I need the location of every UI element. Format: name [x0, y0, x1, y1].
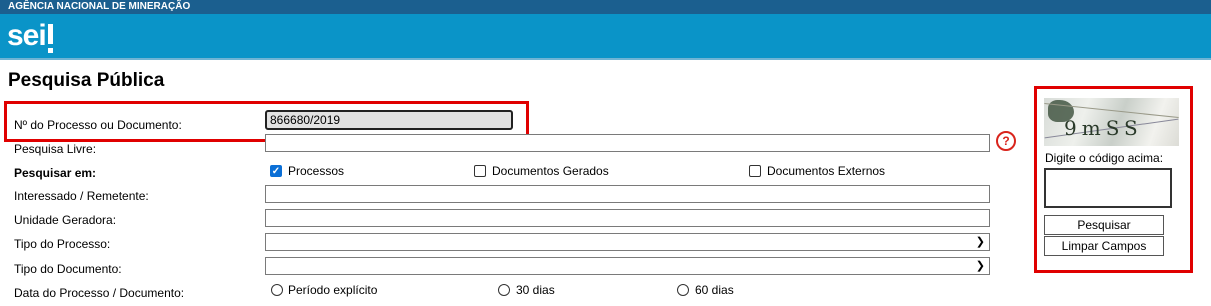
logo-exclamation-icon [47, 24, 53, 53]
option-processos: Processos [288, 164, 345, 178]
checkbox-documentos-gerados[interactable] [474, 165, 486, 177]
free-search-label: Pesquisa Livre: [14, 142, 97, 156]
search-button[interactable]: Pesquisar [1044, 215, 1164, 235]
date-label: Data do Processo / Documento: [14, 286, 185, 300]
interested-input[interactable] [265, 185, 990, 203]
captcha-code: 9mSS [1064, 116, 1143, 140]
chevron-down-icon: ❯ [975, 236, 985, 248]
process-type-label: Tipo do Processo: [14, 237, 111, 251]
free-search-input[interactable] [265, 134, 990, 152]
captcha-input[interactable] [1044, 168, 1172, 208]
option-documentos-externos: Documentos Externos [767, 164, 886, 178]
sei-logo-text: sei [7, 19, 47, 52]
sei-logo[interactable]: sei [7, 19, 53, 53]
interested-label: Interessado / Remetente: [14, 189, 149, 203]
checkbox-processos[interactable]: ✓ [270, 165, 282, 177]
question-circle-icon[interactable]: ? [996, 131, 1016, 151]
chevron-down-icon: ❯ [975, 260, 985, 272]
process-type-select[interactable]: ❯ [265, 233, 990, 251]
page-title: Pesquisa Pública [8, 70, 165, 91]
option-60-dias: 60 dias [695, 283, 734, 297]
agency-name: AGÊNCIA NACIONAL DE MINERAÇÃO [8, 1, 191, 12]
radio-30-dias[interactable] [498, 284, 510, 296]
option-periodo-explicito: Período explícito [288, 283, 378, 297]
captcha-image: 9mSS [1044, 98, 1179, 146]
search-in-label: Pesquisar em: [14, 166, 97, 180]
unit-label: Unidade Geradora: [14, 213, 117, 227]
app-header: sei [0, 14, 1211, 58]
captcha-prompt: Digite o código acima: [1045, 151, 1164, 165]
header-divider [0, 58, 1211, 60]
radio-60-dias[interactable] [677, 284, 689, 296]
agency-bar: AGÊNCIA NACIONAL DE MINERAÇÃO [0, 0, 1211, 14]
checkbox-documentos-externos[interactable] [749, 165, 761, 177]
document-type-label: Tipo do Documento: [14, 262, 122, 276]
unit-input[interactable] [265, 209, 990, 227]
document-type-select[interactable]: ❯ [265, 257, 990, 275]
option-documentos-gerados: Documentos Gerados [492, 164, 609, 178]
clear-fields-button[interactable]: Limpar Campos [1044, 236, 1164, 256]
radio-periodo-explicito[interactable] [271, 284, 283, 296]
option-30-dias: 30 dias [516, 283, 555, 297]
